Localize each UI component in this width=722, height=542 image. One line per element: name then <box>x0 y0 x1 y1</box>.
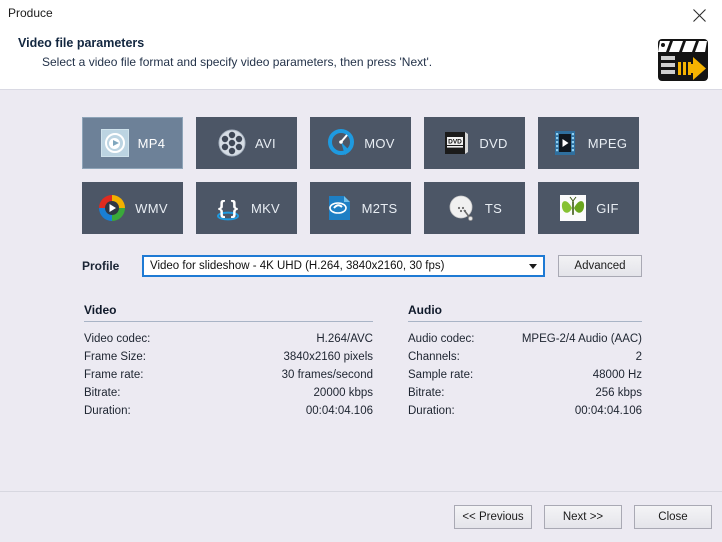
format-label: M2TS <box>362 201 398 216</box>
table-row: Bitrate: 20000 kbps <box>84 384 373 402</box>
format-label: GIF <box>596 201 619 216</box>
table-row: Video codec: H.264/AVC <box>84 330 373 348</box>
row-value: 256 kbps <box>595 384 642 402</box>
audio-panel-title: Audio <box>408 303 642 321</box>
dialog-footer: << Previous Next >> Close <box>0 491 722 542</box>
divider <box>408 321 642 322</box>
profile-label: Profile <box>82 259 119 273</box>
format-tile-wmv[interactable]: WMV <box>82 182 183 234</box>
matroska-braces-icon: { } <box>213 193 243 223</box>
format-tile-dvd[interactable]: DVD DVD <box>424 117 525 169</box>
title-bar: Produce <box>0 0 722 30</box>
format-tile-mov[interactable]: MOV <box>310 117 411 169</box>
page-title: Video file parameters <box>18 36 144 50</box>
quicktime-icon <box>326 128 356 158</box>
svg-text:{ }: { } <box>218 198 239 219</box>
chevron-down-icon[interactable] <box>523 257 543 275</box>
row-key: Duration: <box>408 402 455 420</box>
format-label: AVI <box>255 136 276 151</box>
row-value: 2 <box>636 348 642 366</box>
row-key: Sample rate: <box>408 366 473 384</box>
format-label: TS <box>485 201 502 216</box>
video-panel-title: Video <box>84 303 373 321</box>
profile-select[interactable]: Video for slideshow - 4K UHD (H.264, 384… <box>142 255 545 277</box>
row-value: 48000 Hz <box>593 366 642 384</box>
table-row: Duration: 00:04:04.106 <box>84 402 373 420</box>
row-value: 3840x2160 pixels <box>283 348 373 366</box>
table-row: Frame rate: 30 frames/second <box>84 366 373 384</box>
mp4-disc-icon <box>100 128 130 158</box>
footer-buttons: << Previous Next >> Close <box>454 505 712 529</box>
row-value: H.264/AVC <box>316 330 373 348</box>
table-row: Bitrate: 256 kbps <box>408 384 642 402</box>
format-tile-m2ts[interactable]: M2TS <box>310 182 411 234</box>
close-icon[interactable] <box>676 0 722 30</box>
format-tile-mpeg[interactable]: MPEG <box>538 117 639 169</box>
row-key: Duration: <box>84 402 131 420</box>
row-value: 30 frames/second <box>282 366 373 384</box>
produce-dialog: Produce Video file parameters Select a v… <box>0 0 722 542</box>
profile-row: Profile Video for slideshow - 4K UHD (H.… <box>82 255 642 279</box>
format-tile-mp4[interactable]: MP4 <box>82 117 183 169</box>
next-button[interactable]: Next >> <box>544 505 622 529</box>
format-label: MKV <box>251 201 280 216</box>
format-label: WMV <box>135 201 168 216</box>
row-key: Frame Size: <box>84 348 146 366</box>
format-label: DVD <box>479 136 507 151</box>
table-row: Duration: 00:04:04.106 <box>408 402 642 420</box>
butterfly-icon <box>558 193 588 223</box>
format-tile-gif[interactable]: GIF <box>538 182 639 234</box>
table-row: Audio codec: MPEG-2/4 Audio (AAC) <box>408 330 642 348</box>
profile-selected-value: Video for slideshow - 4K UHD (H.264, 384… <box>144 260 523 272</box>
row-value: MPEG-2/4 Audio (AAC) <box>522 330 642 348</box>
advanced-button[interactable]: Advanced <box>558 255 642 277</box>
dvd-case-icon: DVD <box>441 128 471 158</box>
audio-info-panel: Audio Audio codec: MPEG-2/4 Audio (AAC) … <box>408 303 642 420</box>
dialog-header: Video file parameters Select a video fil… <box>0 30 722 90</box>
clapperboard-arrow-icon <box>656 35 710 83</box>
format-label: MOV <box>364 136 395 151</box>
format-tile-avi[interactable]: AVI <box>196 117 297 169</box>
table-row: Frame Size: 3840x2160 pixels <box>84 348 373 366</box>
windows-media-icon <box>97 193 127 223</box>
film-strip-play-icon <box>550 128 580 158</box>
table-row: Sample rate: 48000 Hz <box>408 366 642 384</box>
row-key: Video codec: <box>84 330 150 348</box>
video-info-panel: Video Video codec: H.264/AVC Frame Size:… <box>84 303 373 420</box>
row-value: 00:04:04.106 <box>575 402 642 420</box>
film-reel-icon <box>217 128 247 158</box>
table-row: Channels: 2 <box>408 348 642 366</box>
row-key: Bitrate: <box>84 384 120 402</box>
row-key: Audio codec: <box>408 330 475 348</box>
previous-button[interactable]: << Previous <box>454 505 532 529</box>
page-subtitle: Select a video file format and specify v… <box>42 55 432 69</box>
bluray-disc-icon <box>324 193 354 223</box>
divider <box>84 321 373 322</box>
satellite-dish-icon <box>447 193 477 223</box>
row-key: Frame rate: <box>84 366 143 384</box>
format-grid: MP4 AVI <box>82 117 640 234</box>
row-key: Bitrate: <box>408 384 444 402</box>
svg-text:DVD: DVD <box>448 139 462 146</box>
row-value: 20000 kbps <box>314 384 373 402</box>
row-key: Channels: <box>408 348 460 366</box>
close-button[interactable]: Close <box>634 505 712 529</box>
format-tile-mkv[interactable]: { } MKV <box>196 182 297 234</box>
window-title: Produce <box>8 6 53 20</box>
format-label: MP4 <box>138 136 166 151</box>
row-value: 00:04:04.106 <box>306 402 373 420</box>
format-label: MPEG <box>588 136 627 151</box>
format-tile-ts[interactable]: TS <box>424 182 525 234</box>
dialog-body: MP4 AVI <box>0 91 722 491</box>
